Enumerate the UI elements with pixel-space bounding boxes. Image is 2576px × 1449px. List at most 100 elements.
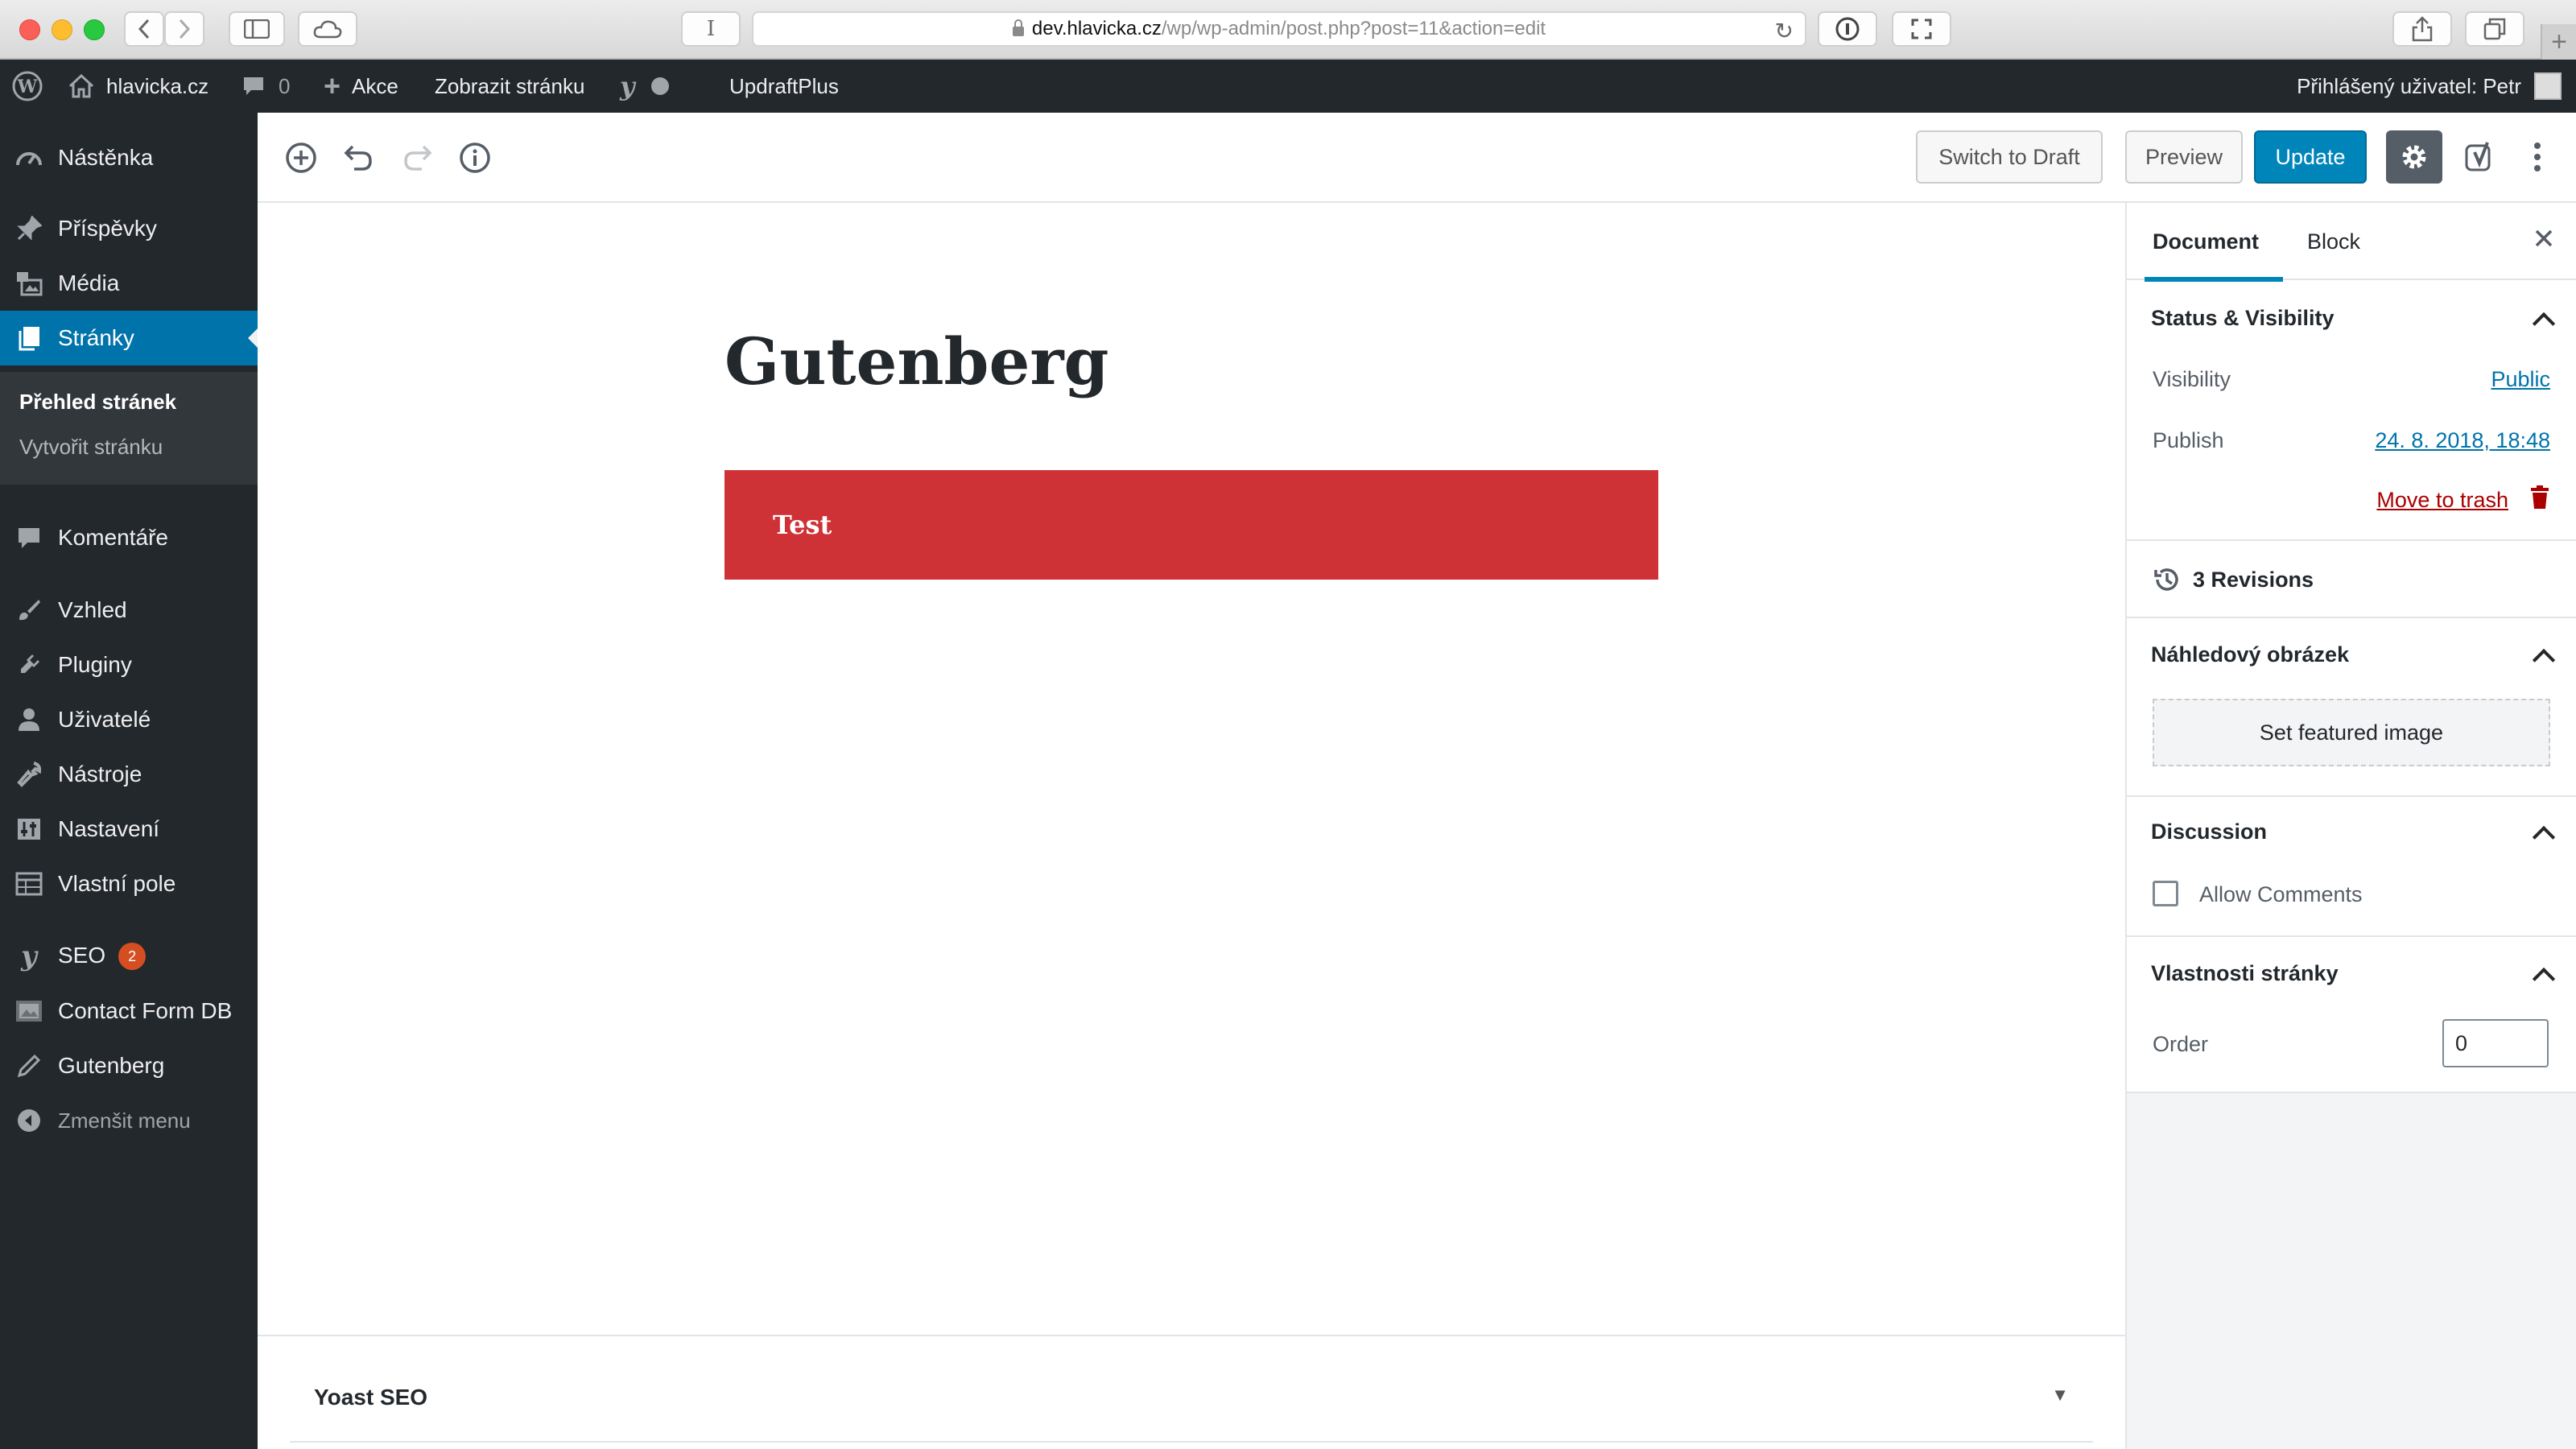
fullscreen-button[interactable] <box>1892 11 1951 47</box>
menu-item-pages[interactable]: Stránky <box>0 311 258 365</box>
add-block-button[interactable] <box>277 134 325 182</box>
chevron-up-icon[interactable] <box>2532 825 2556 849</box>
pages-icon <box>14 324 43 353</box>
new-content-link[interactable]: + Akce <box>324 60 398 113</box>
media-icon <box>14 269 43 298</box>
close-sidebar-button[interactable] <box>2534 227 2553 254</box>
menu-item-gutenberg[interactable]: Gutenberg <box>0 1038 258 1093</box>
tab-block[interactable]: Block <box>2307 203 2360 280</box>
tab-document[interactable]: Document <box>2144 203 2284 282</box>
minimize-window-button[interactable] <box>52 19 72 40</box>
settings-sidebar: Document Block Status & Visibility Visib… <box>2125 203 2576 1449</box>
block-text[interactable]: Test <box>773 510 832 540</box>
divider <box>2127 539 2576 541</box>
wrench-icon <box>14 760 43 789</box>
preview-button[interactable]: Preview <box>2125 130 2243 184</box>
new-tab-button[interactable]: + <box>2541 24 2576 60</box>
update-button[interactable]: Update <box>2254 130 2367 184</box>
menu-item-posts[interactable]: Příspěvky <box>0 201 258 256</box>
discussion-toggle[interactable]: Discussion <box>2151 819 2267 844</box>
content-block[interactable]: Test <box>724 470 1658 580</box>
avatar <box>2534 72 2562 100</box>
revisions-link[interactable]: 3 Revisions <box>2153 565 2314 594</box>
yoast-adminbar-link[interactable]: y <box>620 60 669 113</box>
chevron-up-icon[interactable] <box>2532 648 2556 672</box>
site-name-link[interactable]: hlavicka.cz <box>68 60 208 113</box>
fullscreen-window-button[interactable] <box>84 19 105 40</box>
menu-item-settings[interactable]: Nastavení <box>0 802 258 857</box>
password-button[interactable] <box>1818 11 1877 47</box>
menu-item-tools[interactable]: Nástroje <box>0 747 258 802</box>
move-to-trash-link[interactable]: Move to trash <box>2376 488 2508 513</box>
address-bar[interactable]: dev.hlavicka.cz/wp/wp-admin/post.php?pos… <box>752 11 1806 47</box>
menu-label: SEO 2 <box>58 943 147 971</box>
more-menu-button[interactable] <box>2520 130 2555 184</box>
trash-icon[interactable] <box>2529 485 2550 514</box>
plus-icon: + <box>324 69 341 102</box>
divider <box>2127 617 2576 618</box>
new-content-label: Akce <box>352 73 398 98</box>
plus-circle-icon <box>286 142 316 173</box>
tabs-overview-button[interactable] <box>2465 11 2524 47</box>
caret-down-icon[interactable]: ▼ <box>2051 1385 2069 1406</box>
featured-image-toggle[interactable]: Náhledový obrázek <box>2151 642 2349 667</box>
publish-label: Publish <box>2153 428 2224 452</box>
menu-item-custom-fields[interactable]: Vlastní pole <box>0 857 258 911</box>
close-window-button[interactable] <box>19 19 40 40</box>
menu-item-plugins[interactable]: Pluginy <box>0 638 258 692</box>
share-icon <box>2412 16 2433 42</box>
menu-item-seo[interactable]: y SEO 2 <box>0 929 258 984</box>
content-info-button[interactable] <box>451 134 499 182</box>
status-visibility-toggle[interactable]: Status & Visibility <box>2151 306 2334 331</box>
yoast-sidebar-button[interactable] <box>2455 130 2507 184</box>
view-page-link[interactable]: Zobrazit stránku <box>435 60 584 113</box>
menu-label: Gutenberg <box>58 1053 165 1078</box>
dashboard-icon <box>14 143 43 172</box>
menu-item-media[interactable]: Média <box>0 256 258 311</box>
menu-item-contact-form-db[interactable]: Contact Form DB <box>0 984 258 1038</box>
menu-label: Média <box>58 270 120 295</box>
undo-button[interactable] <box>335 134 383 182</box>
updraftplus-link[interactable]: UpdraftPlus <box>729 60 839 113</box>
visibility-label: Visibility <box>2153 367 2231 391</box>
menu-item-collapse[interactable]: Zmenšit menu <box>0 1093 258 1148</box>
wordpress-logo[interactable]: W <box>11 60 43 113</box>
icloud-tabs-button[interactable] <box>298 11 357 47</box>
menu-label: Vzhled <box>58 597 127 622</box>
visibility-link[interactable]: Public <box>2491 367 2550 392</box>
yoast-metabox-title[interactable]: Yoast SEO <box>314 1385 427 1410</box>
redo-button[interactable] <box>393 134 441 182</box>
order-input[interactable]: 0 <box>2442 1019 2549 1067</box>
chevron-up-icon[interactable] <box>2532 967 2556 991</box>
chevron-up-icon[interactable] <box>2532 312 2556 336</box>
sidebar-toggle-button[interactable] <box>229 11 285 47</box>
post-title[interactable]: Gutenberg <box>724 324 1108 399</box>
info-circle-icon <box>1835 17 1860 41</box>
cloud-icon <box>313 20 342 39</box>
settings-button[interactable] <box>2386 130 2442 184</box>
share-button[interactable] <box>2392 11 2452 47</box>
site-name: hlavicka.cz <box>106 73 209 98</box>
menu-item-appearance[interactable]: Vzhled <box>0 583 258 638</box>
menu-label: Nástroje <box>58 762 142 786</box>
plugin-icon <box>14 650 43 679</box>
menu-item-dashboard[interactable]: Nástěnka <box>0 130 258 185</box>
switch-to-draft-button[interactable]: Switch to Draft <box>1916 130 2103 184</box>
menu-item-comments[interactable]: Komentáře <box>0 510 258 565</box>
set-featured-image-button[interactable]: Set featured image <box>2153 699 2550 766</box>
gear-icon <box>2402 145 2426 169</box>
allow-comments-label[interactable]: Allow Comments <box>2199 882 2363 907</box>
menu-item-users[interactable]: Uživatelé <box>0 692 258 747</box>
page-attributes-toggle[interactable]: Vlastnosti stránky <box>2151 961 2339 986</box>
submenu-add-page[interactable]: Vytvořit stránku <box>19 435 163 460</box>
comments-link[interactable]: 0 <box>242 60 290 113</box>
publish-date-link[interactable]: 24. 8. 2018, 18:48 <box>2375 428 2550 453</box>
reload-icon[interactable]: ↻ <box>1775 18 1794 44</box>
forward-button[interactable] <box>164 11 204 47</box>
user-account-link[interactable]: Přihlášený uživatel: Petr <box>2297 60 2562 113</box>
back-button[interactable] <box>124 11 164 47</box>
submenu-all-pages[interactable]: Přehled stránek <box>19 390 176 415</box>
allow-comments-checkbox[interactable] <box>2153 881 2178 906</box>
expand-icon <box>1911 19 1932 39</box>
reader-button[interactable]: I <box>681 11 741 47</box>
